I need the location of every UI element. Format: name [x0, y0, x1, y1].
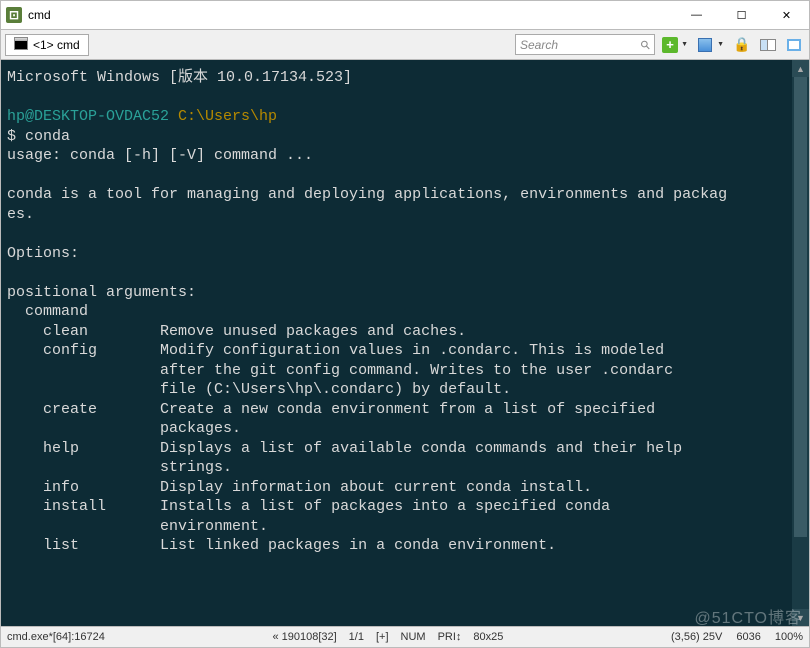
term-path: C:\Users\hp	[169, 108, 277, 125]
scrollbar[interactable]: ▲ ▼	[792, 60, 809, 626]
term-cmd-config: config Modify configuration values in .c…	[7, 342, 664, 359]
new-tab-button[interactable]: + ▼	[659, 34, 691, 56]
maximize-button[interactable]: ☐	[719, 1, 764, 30]
app-icon: ⊡	[6, 7, 22, 23]
toolbar: <1> cmd Search ⚲ + ▼ ▼ 🔒	[0, 30, 810, 60]
status-right: (3,56) 25V 6036 100%	[671, 631, 803, 643]
chevron-down-icon: ▼	[717, 41, 724, 48]
toolbar-right: Search ⚲ + ▼ ▼ 🔒	[515, 34, 805, 56]
status-zoom: 100%	[775, 631, 803, 643]
scroll-up-icon[interactable]: ▲	[792, 60, 809, 77]
terminal-icon	[14, 39, 28, 50]
term-usage: usage: conda [-h] [-V] command ...	[7, 147, 313, 164]
window-controls: — ☐ ✕	[674, 1, 809, 30]
status-page: 1/1	[349, 631, 364, 643]
panel-icon	[787, 39, 801, 51]
view-button[interactable]: ▼	[695, 34, 727, 56]
term-cmd-list: list List linked packages in a conda env…	[7, 537, 556, 554]
term-options: Options:	[7, 245, 79, 262]
scrollbar-thumb[interactable]	[794, 77, 807, 537]
status-date: « 190108[32]	[272, 631, 336, 643]
status-plus: [+]	[376, 631, 389, 643]
status-process: cmd.exe*[64]:16724	[7, 631, 105, 643]
close-button[interactable]: ✕	[764, 1, 809, 30]
term-desc: conda is a tool for managing and deployi…	[7, 186, 727, 203]
panel-button[interactable]	[783, 34, 805, 56]
search-icon: ⚲	[638, 36, 654, 52]
search-placeholder: Search	[520, 38, 558, 52]
chevron-down-icon: ▼	[681, 41, 688, 48]
tab-label: <1> cmd	[33, 38, 80, 52]
status-size: 80x25	[473, 631, 503, 643]
status-pid: 6036	[736, 631, 760, 643]
term-user: hp@DESKTOP-OVDAC52	[7, 108, 169, 125]
term-command: command	[7, 303, 88, 320]
tab-cmd[interactable]: <1> cmd	[5, 34, 89, 56]
status-pri: PRI↕	[438, 631, 462, 643]
bar-icon	[698, 38, 712, 52]
status-cursor: (3,56) 25V	[671, 631, 722, 643]
lock-button[interactable]: 🔒	[731, 34, 753, 56]
minimize-button[interactable]: —	[674, 1, 719, 30]
status-bar: cmd.exe*[64]:16724 « 190108[32] 1/1 [+] …	[0, 626, 810, 648]
split-icon	[760, 39, 776, 51]
watermark: @51CTO博客	[694, 604, 802, 628]
term-desc: es.	[7, 206, 34, 223]
status-center: « 190108[32] 1/1 [+] NUM PRI↕ 80x25	[272, 631, 503, 643]
lock-icon: 🔒	[733, 36, 750, 53]
window-title: cmd	[28, 8, 51, 22]
term-cmd-install: environment.	[7, 518, 268, 535]
term-prompt: $ conda	[7, 128, 70, 145]
terminal[interactable]: Microsoft Windows [版本 10.0.17134.523] hp…	[0, 60, 810, 626]
term-cmd-create: create Create a new conda environment fr…	[7, 401, 655, 418]
term-cmd-config: file (C:\Users\hp\.condarc) by default.	[7, 381, 511, 398]
term-cmd-info: info Display information about current c…	[7, 479, 592, 496]
term-line: Microsoft Windows [版本 10.0.17134.523]	[7, 69, 352, 86]
plus-icon: +	[662, 37, 678, 53]
status-num: NUM	[401, 631, 426, 643]
titlebar-left: ⊡ cmd	[1, 7, 51, 23]
term-cmd-clean: clean Remove unused packages and caches.	[7, 323, 466, 340]
term-cmd-create: packages.	[7, 420, 241, 437]
term-cmd-help: help Displays a list of available conda …	[7, 440, 682, 457]
term-cmd-help: strings.	[7, 459, 232, 476]
window-titlebar: ⊡ cmd — ☐ ✕	[0, 0, 810, 30]
term-posargs: positional arguments:	[7, 284, 196, 301]
term-cmd-config: after the git config command. Writes to …	[7, 362, 673, 379]
term-cmd-install: install Installs a list of packages into…	[7, 498, 610, 515]
split-view-button[interactable]	[757, 34, 779, 56]
search-input[interactable]: Search ⚲	[515, 34, 655, 55]
